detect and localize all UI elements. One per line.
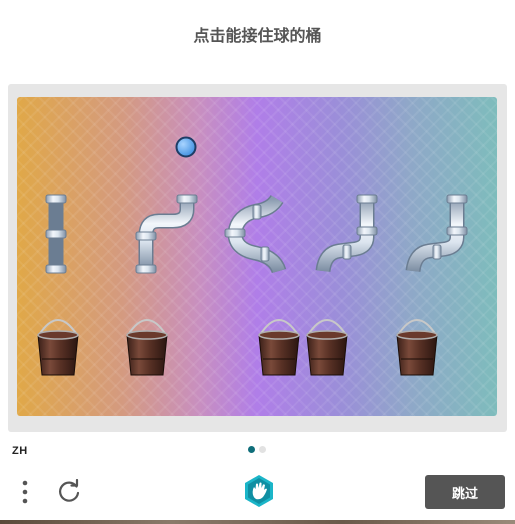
pipe-2 xyxy=(135,194,198,274)
page-title: 点击能接住球的桶 xyxy=(193,26,322,45)
ball xyxy=(175,136,197,158)
bucket-1[interactable] xyxy=(37,319,79,376)
bucket-4[interactable] xyxy=(306,319,348,376)
page-dot-active[interactable] xyxy=(248,446,255,453)
bucket-5[interactable] xyxy=(396,319,438,376)
vertical-dots-icon[interactable] xyxy=(16,479,34,505)
pipe-4 xyxy=(315,194,378,273)
bucket-3[interactable] xyxy=(258,319,300,376)
refresh-icon[interactable] xyxy=(56,478,82,505)
pipe-1 xyxy=(45,194,67,274)
bucket-2[interactable] xyxy=(126,319,168,376)
skip-button[interactable]: 跳过 xyxy=(425,475,505,509)
hand-icon xyxy=(242,474,276,508)
pipe-3 xyxy=(224,194,287,274)
language-selector[interactable]: ZH xyxy=(12,445,28,457)
puzzle-area xyxy=(17,97,497,416)
bottom-edge-strip xyxy=(0,520,515,524)
page-dot-inactive[interactable] xyxy=(259,446,266,453)
pipe-5 xyxy=(405,194,468,273)
